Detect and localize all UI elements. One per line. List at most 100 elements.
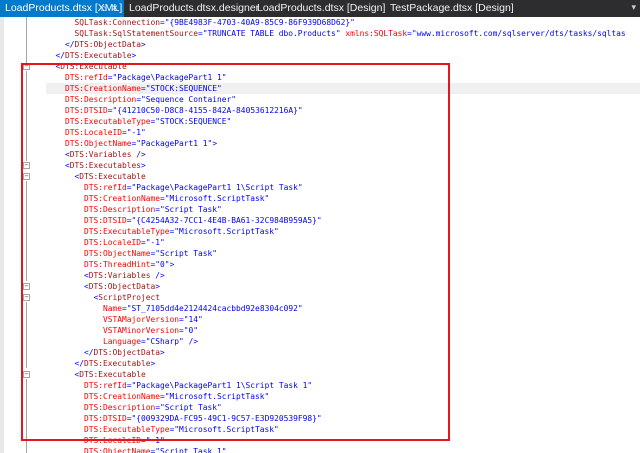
code-token: DTS:refId xyxy=(65,73,108,82)
code-line[interactable]: DTS:CreationName="Microsoft.ScriptTask" xyxy=(46,391,269,402)
code-token: VSTAMajorVersion xyxy=(103,315,180,324)
code-token: "-1" xyxy=(145,436,165,445)
code-token: DTS:LocaleID xyxy=(84,238,142,247)
outline-guide xyxy=(26,379,27,453)
code-token: DTS:Description xyxy=(65,95,137,104)
code-line[interactable]: DTS:ObjectName="PackagePart1 1"> xyxy=(46,138,217,149)
code-line[interactable]: DTS:Description="Sequence Container" xyxy=(46,94,236,105)
code-line[interactable]: DTS:LocaleID="-1" xyxy=(46,435,165,446)
code-token: DTS:ExecutableType xyxy=(84,227,170,236)
outline-guide xyxy=(26,302,27,368)
code-token: /> xyxy=(150,271,165,280)
code-line[interactable]: <DTS:Executable xyxy=(46,61,127,72)
code-token: "{41210C50-D8C8-4155-842A-84053612216A}" xyxy=(112,106,303,115)
code-token: DTS:ObjectData xyxy=(88,282,156,291)
code-token: > xyxy=(155,282,161,291)
code-line[interactable]: DTS:Description="Script Task" xyxy=(46,204,222,215)
code-line[interactable]: DTS:DTSID="{009329DA-FC95-49C1-9C57-E3D9… xyxy=(46,413,322,424)
code-token: DTS:DTSID xyxy=(84,216,127,225)
indicator-margin xyxy=(0,17,4,453)
code-line[interactable]: SQLTask:Connection="{9BE4983F-4703-40A9-… xyxy=(46,17,355,28)
code-token: "Microsoft.ScriptTask" xyxy=(164,392,270,401)
outline-guide xyxy=(26,71,27,161)
code-token: </ xyxy=(74,359,85,368)
code-line[interactable]: VSTAMinorVersion="0" xyxy=(46,325,198,336)
code-line[interactable]: DTS:CreationName="STOCK:SEQUENCE" xyxy=(46,83,640,94)
code-line[interactable]: DTS:ObjectName="Script Task 1" xyxy=(46,446,227,453)
code-line[interactable]: DTS:DTSID="{C4254A32-7CC1-4E4B-BA61-32C9… xyxy=(46,215,322,226)
code-line[interactable]: <DTS:Variables /> xyxy=(46,270,165,281)
pin-icon[interactable]: ⌂ xyxy=(101,0,106,17)
code-line[interactable]: VSTAMajorVersion="14" xyxy=(46,314,203,325)
code-line[interactable]: </DTS:Executable> xyxy=(46,50,137,61)
tab-loadproducts-xml[interactable]: LoadProducts.dtsx [XML] ⌂ × xyxy=(0,0,124,17)
code-line[interactable]: DTS:CreationName="Microsoft.ScriptTask" xyxy=(46,193,269,204)
collapse-icon[interactable]: − xyxy=(23,63,30,70)
code-token: DTS:Executable xyxy=(79,370,146,379)
code-line[interactable]: DTS:LocaleID="-1" xyxy=(46,237,165,248)
code-line[interactable]: <DTS:Executable xyxy=(46,369,146,380)
code-token: DTS:Executable xyxy=(65,51,132,60)
code-token: ScriptProject xyxy=(98,293,161,302)
collapse-icon[interactable]: − xyxy=(23,283,30,290)
tab-label: LoadProducts.dtsx.designer xyxy=(129,2,260,14)
tab-loadproducts-designer[interactable]: LoadProducts.dtsx.designer xyxy=(124,0,259,17)
code-line[interactable]: DTS:ObjectName="Script Task" xyxy=(46,248,217,259)
code-line[interactable]: DTS:ExecutableType="Microsoft.ScriptTask… xyxy=(46,226,279,237)
code-line[interactable]: Language="CSharp" /> xyxy=(46,336,198,347)
code-token: > xyxy=(169,260,175,269)
code-line[interactable]: DTS:Description="Script Task" xyxy=(46,402,222,413)
code-line[interactable]: <DTS:Variables /> xyxy=(46,149,146,160)
code-line[interactable]: DTS:ExecutableType="Microsoft.ScriptTask… xyxy=(46,424,279,435)
code-token: "TRUNCATE TABLE dbo.Products" xyxy=(202,29,341,38)
tab-overflow-icon[interactable]: ▾ xyxy=(631,0,636,17)
code-line[interactable]: DTS:DTSID="{41210C50-D8C8-4155-842A-8405… xyxy=(46,105,303,116)
code-line[interactable]: DTS:refId="Package\PackagePart1 1" xyxy=(46,72,227,83)
code-token: DTS:ExecutableType xyxy=(84,425,170,434)
tab-testpackage-design[interactable]: TestPackage.dtsx [Design] xyxy=(385,0,515,17)
xml-code-editor[interactable]: SQLTask:Connection="{9BE4983F-4703-40A9-… xyxy=(46,17,640,453)
code-line[interactable]: Name="ST_7105dd4e2124424cacbbd92e8304c09… xyxy=(46,303,303,314)
outline-guide xyxy=(26,17,27,65)
tab-loadproducts-design[interactable]: LoadProducts.dtsx [Design] xyxy=(252,0,385,17)
code-line[interactable]: DTS:refId="Package\PackagePart1 1\Script… xyxy=(46,380,312,391)
collapse-icon[interactable]: − xyxy=(23,162,30,169)
code-token: "14" xyxy=(183,315,203,324)
code-token: DTS:ObjectData xyxy=(93,348,161,357)
code-line[interactable]: DTS:ExecutableType="STOCK:SEQUENCE" xyxy=(46,116,231,127)
code-line[interactable]: DTS:ThreadHint="0"> xyxy=(46,259,174,270)
code-line[interactable]: <DTS:ObjectData> xyxy=(46,281,160,292)
collapse-icon[interactable]: − xyxy=(23,371,30,378)
code-token: "PackagePart1 1" xyxy=(136,139,213,148)
code-line[interactable]: <ScriptProject xyxy=(46,292,161,303)
code-token: "ST_7105dd4e2124424cacbbd92e8304c092" xyxy=(126,304,303,313)
code-line[interactable]: <DTS:Executable xyxy=(46,171,146,182)
collapse-icon[interactable]: − xyxy=(23,294,30,301)
code-line[interactable]: SQLTask:SqlStatementSource="TRUNCATE TAB… xyxy=(46,28,626,39)
collapse-icon[interactable]: − xyxy=(23,173,30,180)
code-line[interactable]: DTS:LocaleID="-1" xyxy=(46,127,146,138)
code-line[interactable]: </DTS:ObjectData> xyxy=(46,39,146,50)
code-line[interactable]: <DTS:Executables> xyxy=(46,160,146,171)
code-line[interactable]: </DTS:ObjectData> xyxy=(46,347,165,358)
outline-guide xyxy=(26,181,27,281)
code-token: DTS:CreationName xyxy=(84,392,161,401)
tab-label: TestPackage.dtsx [Design] xyxy=(390,2,514,14)
close-icon[interactable]: × xyxy=(112,0,118,17)
code-line[interactable]: </DTS:Executable> xyxy=(46,358,156,369)
code-token: "0" xyxy=(183,326,199,335)
code-line[interactable]: DTS:refId="Package\PackagePart1 1\Script… xyxy=(46,182,303,193)
